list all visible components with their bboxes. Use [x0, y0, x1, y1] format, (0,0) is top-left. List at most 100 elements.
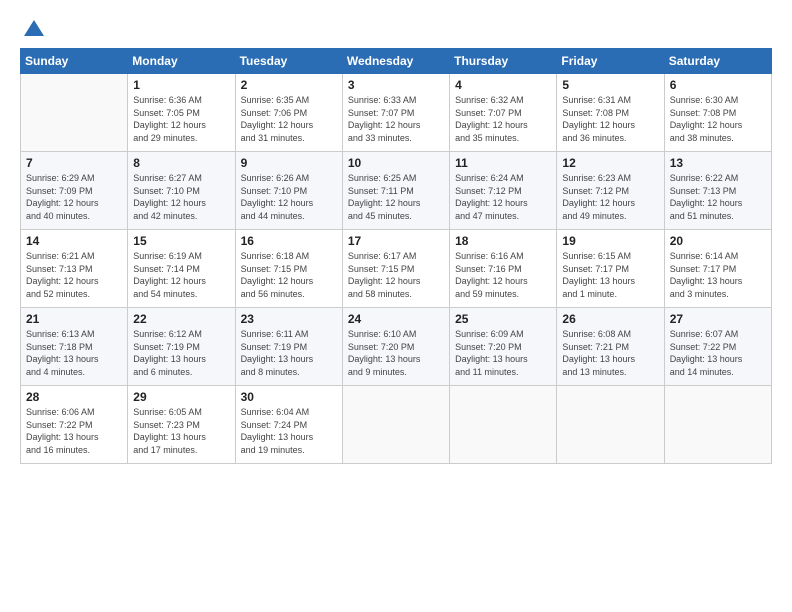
calendar-cell: 11 Sunrise: 6:24 AM Sunset: 7:12 PM Dayli…	[450, 152, 557, 230]
day-number: 26	[562, 312, 658, 326]
day-number: 23	[241, 312, 337, 326]
page-header	[20, 18, 772, 38]
day-info: Sunrise: 6:19 AM Sunset: 7:14 PM Dayligh…	[133, 250, 229, 300]
calendar-cell: 18 Sunrise: 6:16 AM Sunset: 7:16 PM Dayli…	[450, 230, 557, 308]
day-info: Sunrise: 6:11 AM Sunset: 7:19 PM Dayligh…	[241, 328, 337, 378]
day-number: 5	[562, 78, 658, 92]
calendar-cell: 12 Sunrise: 6:23 AM Sunset: 7:12 PM Dayli…	[557, 152, 664, 230]
calendar-cell: 20 Sunrise: 6:14 AM Sunset: 7:17 PM Dayli…	[664, 230, 771, 308]
calendar-cell: 2 Sunrise: 6:35 AM Sunset: 7:06 PM Daylig…	[235, 74, 342, 152]
day-info: Sunrise: 6:24 AM Sunset: 7:12 PM Dayligh…	[455, 172, 551, 222]
calendar-cell: 8Sunrise: 6:27 AM Sunset: 7:10 PM Daylig…	[128, 152, 235, 230]
logo	[20, 18, 46, 38]
day-info: Sunrise: 6:26 AM Sunset: 7:10 PM Dayligh…	[241, 172, 337, 222]
day-number: 13	[670, 156, 766, 170]
calendar-week-row: 7 Sunrise: 6:29 AM Sunset: 7:09 PM Daylig…	[21, 152, 772, 230]
calendar-cell	[557, 386, 664, 464]
day-number: 7	[26, 156, 122, 170]
calendar-cell: 24Sunrise: 6:10 AM Sunset: 7:20 PM Dayli…	[342, 308, 449, 386]
day-number: 14	[26, 234, 122, 248]
calendar-cell: 17 Sunrise: 6:17 AM Sunset: 7:15 PM Dayli…	[342, 230, 449, 308]
weekday-header-monday: Monday	[128, 49, 235, 74]
day-info: Sunrise: 6:15 AM Sunset: 7:17 PM Dayligh…	[562, 250, 658, 300]
day-info: Sunrise: 6:36 AM Sunset: 7:05 PM Dayligh…	[133, 94, 229, 144]
day-number: 24	[348, 312, 444, 326]
calendar-cell: 5 Sunrise: 6:31 AM Sunset: 7:08 PM Daylig…	[557, 74, 664, 152]
calendar-cell: 6Sunrise: 6:30 AM Sunset: 7:08 PM Daylig…	[664, 74, 771, 152]
weekday-header-row: SundayMondayTuesdayWednesdayThursdayFrid…	[21, 49, 772, 74]
calendar-cell	[342, 386, 449, 464]
day-info: Sunrise: 6:13 AM Sunset: 7:18 PM Dayligh…	[26, 328, 122, 378]
day-info: Sunrise: 6:32 AM Sunset: 7:07 PM Dayligh…	[455, 94, 551, 144]
calendar-cell: 16Sunrise: 6:18 AM Sunset: 7:15 PM Dayli…	[235, 230, 342, 308]
day-info: Sunrise: 6:12 AM Sunset: 7:19 PM Dayligh…	[133, 328, 229, 378]
day-info: Sunrise: 6:27 AM Sunset: 7:10 PM Dayligh…	[133, 172, 229, 222]
calendar-cell: 3 Sunrise: 6:33 AM Sunset: 7:07 PM Daylig…	[342, 74, 449, 152]
day-number: 30	[241, 390, 337, 404]
day-info: Sunrise: 6:21 AM Sunset: 7:13 PM Dayligh…	[26, 250, 122, 300]
calendar-table: SundayMondayTuesdayWednesdayThursdayFrid…	[20, 48, 772, 464]
calendar-cell: 1 Sunrise: 6:36 AM Sunset: 7:05 PM Daylig…	[128, 74, 235, 152]
day-info: Sunrise: 6:16 AM Sunset: 7:16 PM Dayligh…	[455, 250, 551, 300]
day-number: 17	[348, 234, 444, 248]
day-info: Sunrise: 6:31 AM Sunset: 7:08 PM Dayligh…	[562, 94, 658, 144]
calendar-week-row: 28 Sunrise: 6:06 AM Sunset: 7:22 PM Dayli…	[21, 386, 772, 464]
calendar-cell: 26 Sunrise: 6:08 AM Sunset: 7:21 PM Dayli…	[557, 308, 664, 386]
calendar-cell	[664, 386, 771, 464]
day-number: 3	[348, 78, 444, 92]
weekday-header-thursday: Thursday	[450, 49, 557, 74]
calendar-cell: 15 Sunrise: 6:19 AM Sunset: 7:14 PM Dayli…	[128, 230, 235, 308]
day-info: Sunrise: 6:29 AM Sunset: 7:09 PM Dayligh…	[26, 172, 122, 222]
day-info: Sunrise: 6:17 AM Sunset: 7:15 PM Dayligh…	[348, 250, 444, 300]
day-number: 12	[562, 156, 658, 170]
day-info: Sunrise: 6:05 AM Sunset: 7:23 PM Dayligh…	[133, 406, 229, 456]
day-number: 9	[241, 156, 337, 170]
day-info: Sunrise: 6:08 AM Sunset: 7:21 PM Dayligh…	[562, 328, 658, 378]
calendar-cell: 25 Sunrise: 6:09 AM Sunset: 7:20 PM Dayli…	[450, 308, 557, 386]
calendar-cell: 23 Sunrise: 6:11 AM Sunset: 7:19 PM Dayli…	[235, 308, 342, 386]
day-info: Sunrise: 6:07 AM Sunset: 7:22 PM Dayligh…	[670, 328, 766, 378]
day-number: 10	[348, 156, 444, 170]
weekday-header-sunday: Sunday	[21, 49, 128, 74]
calendar-cell: 10 Sunrise: 6:25 AM Sunset: 7:11 PM Dayli…	[342, 152, 449, 230]
calendar-cell: 7 Sunrise: 6:29 AM Sunset: 7:09 PM Daylig…	[21, 152, 128, 230]
calendar-cell: 21Sunrise: 6:13 AM Sunset: 7:18 PM Dayli…	[21, 308, 128, 386]
day-info: Sunrise: 6:09 AM Sunset: 7:20 PM Dayligh…	[455, 328, 551, 378]
calendar-cell: 19Sunrise: 6:15 AM Sunset: 7:17 PM Dayli…	[557, 230, 664, 308]
day-number: 27	[670, 312, 766, 326]
day-number: 28	[26, 390, 122, 404]
calendar-cell	[450, 386, 557, 464]
weekday-header-friday: Friday	[557, 49, 664, 74]
day-number: 25	[455, 312, 551, 326]
calendar-week-row: 14 Sunrise: 6:21 AM Sunset: 7:13 PM Dayli…	[21, 230, 772, 308]
day-number: 11	[455, 156, 551, 170]
day-info: Sunrise: 6:25 AM Sunset: 7:11 PM Dayligh…	[348, 172, 444, 222]
day-number: 20	[670, 234, 766, 248]
calendar-cell	[21, 74, 128, 152]
day-number: 6	[670, 78, 766, 92]
calendar-cell: 14 Sunrise: 6:21 AM Sunset: 7:13 PM Dayli…	[21, 230, 128, 308]
day-info: Sunrise: 6:18 AM Sunset: 7:15 PM Dayligh…	[241, 250, 337, 300]
day-number: 4	[455, 78, 551, 92]
calendar-cell: 9 Sunrise: 6:26 AM Sunset: 7:10 PM Daylig…	[235, 152, 342, 230]
calendar-cell: 30Sunrise: 6:04 AM Sunset: 7:24 PM Dayli…	[235, 386, 342, 464]
day-number: 22	[133, 312, 229, 326]
weekday-header-saturday: Saturday	[664, 49, 771, 74]
day-info: Sunrise: 6:33 AM Sunset: 7:07 PM Dayligh…	[348, 94, 444, 144]
calendar-week-row: 1 Sunrise: 6:36 AM Sunset: 7:05 PM Daylig…	[21, 74, 772, 152]
day-info: Sunrise: 6:14 AM Sunset: 7:17 PM Dayligh…	[670, 250, 766, 300]
calendar-cell: 22 Sunrise: 6:12 AM Sunset: 7:19 PM Dayli…	[128, 308, 235, 386]
calendar-cell: 13 Sunrise: 6:22 AM Sunset: 7:13 PM Dayli…	[664, 152, 771, 230]
day-info: Sunrise: 6:06 AM Sunset: 7:22 PM Dayligh…	[26, 406, 122, 456]
day-number: 18	[455, 234, 551, 248]
calendar-cell: 29 Sunrise: 6:05 AM Sunset: 7:23 PM Dayli…	[128, 386, 235, 464]
logo-icon	[22, 18, 46, 38]
day-info: Sunrise: 6:35 AM Sunset: 7:06 PM Dayligh…	[241, 94, 337, 144]
day-info: Sunrise: 6:22 AM Sunset: 7:13 PM Dayligh…	[670, 172, 766, 222]
day-number: 1	[133, 78, 229, 92]
day-number: 29	[133, 390, 229, 404]
day-number: 2	[241, 78, 337, 92]
day-info: Sunrise: 6:23 AM Sunset: 7:12 PM Dayligh…	[562, 172, 658, 222]
day-number: 15	[133, 234, 229, 248]
calendar-cell: 28 Sunrise: 6:06 AM Sunset: 7:22 PM Dayli…	[21, 386, 128, 464]
